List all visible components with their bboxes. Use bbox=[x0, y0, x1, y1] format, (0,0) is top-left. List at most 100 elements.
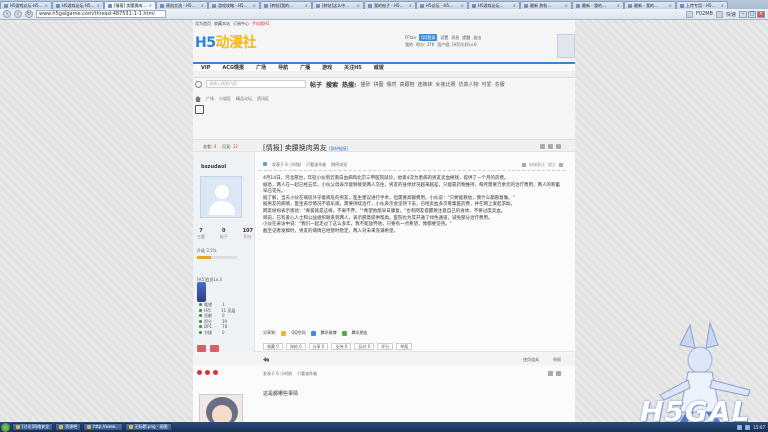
messages-link[interactable]: 消息 bbox=[451, 34, 459, 41]
nav-item[interactable]: ACG情报 bbox=[222, 64, 244, 71]
browser-tab[interactable]: H5游戏论坛... × bbox=[468, 1, 520, 9]
browser-tab[interactable]: 我的帖子 - H5... × bbox=[364, 1, 416, 9]
hot-word[interactable]: 高跟鞋 bbox=[399, 81, 414, 88]
network-icon[interactable] bbox=[737, 424, 743, 430]
search-scope-select[interactable]: 帖子 bbox=[310, 80, 322, 89]
refresh-button[interactable]: ↻ bbox=[25, 10, 33, 18]
browser-tab[interactable]: H5论坛 - H5... × bbox=[416, 1, 468, 9]
hot-word[interactable]: 女装比赛 bbox=[436, 81, 456, 88]
nav-item[interactable]: VIP bbox=[201, 65, 210, 71]
post-action-button[interactable]: 支持 0 bbox=[331, 343, 352, 350]
quick-label[interactable]: 快速 bbox=[726, 11, 736, 18]
post-action-button[interactable]: 分享 0 bbox=[308, 343, 329, 350]
nav-item[interactable]: 游戏 bbox=[322, 64, 332, 71]
tab-close-icon[interactable]: × bbox=[617, 3, 620, 9]
poster-stat[interactable]: 0 帖子 bbox=[220, 228, 228, 240]
hot-word[interactable]: 连裤袜 bbox=[418, 81, 433, 88]
tab-close-icon[interactable]: × bbox=[357, 3, 360, 9]
my-link[interactable]: 我的 bbox=[405, 41, 413, 48]
share-item[interactable]: 腾讯微博 bbox=[321, 330, 337, 336]
tab-close-icon[interactable]: × bbox=[565, 3, 568, 9]
new-post-icon[interactable] bbox=[195, 105, 204, 114]
taskbar-item[interactable]: http://www... bbox=[83, 423, 123, 431]
add-friend-icon[interactable] bbox=[197, 345, 206, 352]
username[interactable]: FFfan bbox=[405, 34, 416, 41]
maximize-button[interactable]: □ bbox=[748, 10, 756, 18]
report-link[interactable]: 举报 bbox=[553, 357, 561, 363]
post-action-button[interactable]: 举报 bbox=[396, 343, 413, 350]
tab-close-icon[interactable]: × bbox=[669, 3, 672, 9]
top-link[interactable]: 订阅中心 bbox=[233, 21, 249, 27]
close-window-button[interactable]: × bbox=[757, 10, 765, 18]
hot-word[interactable]: 衣服 bbox=[495, 81, 505, 88]
thread-category[interactable]: [情报] bbox=[263, 144, 282, 152]
tab-close-icon[interactable]: × bbox=[721, 3, 724, 9]
poster-name[interactable]: bszudaoI bbox=[201, 164, 226, 170]
tencent-weibo-icon[interactable] bbox=[310, 330, 316, 336]
prev-thread-icon[interactable] bbox=[548, 144, 553, 149]
browser-tab[interactable]: 最新 - 我的... × bbox=[572, 1, 624, 9]
menu-icon[interactable] bbox=[715, 10, 723, 18]
copy-link-button[interactable]: [复制链接] bbox=[329, 146, 348, 151]
top-link[interactable]: 收藏本站 bbox=[214, 21, 230, 27]
hot-word[interactable]: 猫砂 bbox=[360, 81, 370, 88]
jump-icon[interactable] bbox=[522, 163, 526, 167]
browser-tab[interactable]: 最新 - 我的... × bbox=[624, 1, 676, 9]
taskbar-item[interactable]: [讨论]网络安全 bbox=[12, 423, 54, 431]
tab-close-icon[interactable]: × bbox=[409, 3, 412, 9]
star-icon[interactable] bbox=[686, 10, 693, 18]
tab-close-icon[interactable]: × bbox=[461, 3, 464, 9]
browser-tab[interactable]: [转帖]这么中... × bbox=[312, 1, 364, 9]
tab-close-icon[interactable]: × bbox=[97, 3, 100, 9]
breadcrumb-item[interactable]: 精品论坛 bbox=[236, 96, 252, 102]
only-author-link[interactable]: 只看该作者 bbox=[306, 162, 326, 168]
post-action-button[interactable]: 淘帖 0 bbox=[285, 343, 306, 350]
browser-tab[interactable]: 上传专用 - H5... × bbox=[676, 1, 728, 9]
mobile-link[interactable]: 手机版H5 bbox=[252, 21, 270, 27]
poster-stat[interactable]: 7 主题 bbox=[197, 228, 205, 240]
reply-icon[interactable] bbox=[263, 357, 269, 362]
breadcrumb-item[interactable]: 广场 bbox=[206, 96, 214, 102]
hot-word[interactable]: 仿真人物 bbox=[459, 81, 479, 88]
home-icon[interactable] bbox=[195, 96, 201, 102]
user-avatar[interactable] bbox=[557, 34, 575, 58]
logout-link[interactable]: 退出 bbox=[473, 34, 481, 41]
search-button[interactable]: 搜索 bbox=[326, 80, 338, 89]
qq-login-button[interactable]: QQ登录 bbox=[419, 34, 438, 41]
nav-item[interactable]: 关注H5 bbox=[344, 64, 362, 71]
nav-item[interactable]: 广场 bbox=[256, 64, 266, 71]
hot-word[interactable]: 偶然 bbox=[386, 81, 396, 88]
taskbar-item[interactable]: 无标题.png - 画图 bbox=[124, 423, 172, 431]
browser-tab[interactable]: 原创交流 - H5... × bbox=[156, 1, 208, 9]
post-action-button[interactable]: 反对 0 bbox=[354, 343, 375, 350]
edit-icon[interactable] bbox=[559, 163, 563, 167]
tab-close-icon[interactable]: × bbox=[201, 3, 204, 9]
hot-word[interactable]: 可爱 bbox=[482, 81, 492, 88]
tab-close-icon[interactable]: × bbox=[513, 3, 516, 9]
message-icon[interactable] bbox=[210, 345, 219, 352]
tab-close-icon[interactable]: × bbox=[45, 3, 48, 9]
top-link[interactable]: 设为首页 bbox=[195, 21, 211, 27]
url-field[interactable]: www.h5galgame.com/thread-487531-1-1.html bbox=[36, 10, 166, 18]
tab-close-icon[interactable]: × bbox=[149, 3, 152, 9]
breadcrumb-item[interactable]: 资讯区 bbox=[257, 96, 269, 102]
forward-button[interactable]: › bbox=[14, 10, 22, 18]
site-logo[interactable]: H5动漫社 bbox=[195, 34, 265, 52]
minimize-button[interactable]: – bbox=[739, 10, 747, 18]
browser-tab[interactable]: H5游戏论坛-H5... × bbox=[52, 1, 104, 9]
post-action-button[interactable]: 评分 bbox=[377, 343, 394, 350]
start-button[interactable] bbox=[1, 422, 10, 432]
qzone-icon[interactable] bbox=[281, 330, 287, 336]
browser-tab[interactable]: 游戏攻略 - H5... × bbox=[208, 1, 260, 9]
post2-icon[interactable] bbox=[548, 371, 553, 376]
hot-word[interactable]: 拼图 bbox=[373, 81, 383, 88]
print-icon[interactable] bbox=[540, 144, 545, 149]
taskbar-item[interactable]: 资源吧 bbox=[55, 423, 82, 431]
share-item[interactable]: 腾讯朋友 bbox=[352, 330, 368, 336]
post-action-button[interactable]: 收藏 0 bbox=[263, 343, 283, 350]
tab-close-icon[interactable]: × bbox=[253, 3, 256, 9]
use-tool-link[interactable]: 使用道具 bbox=[523, 357, 539, 363]
clock[interactable]: 15:07 bbox=[753, 425, 765, 430]
back-button[interactable]: ‹ bbox=[3, 10, 11, 18]
notices-link[interactable]: 提醒 bbox=[462, 34, 470, 41]
